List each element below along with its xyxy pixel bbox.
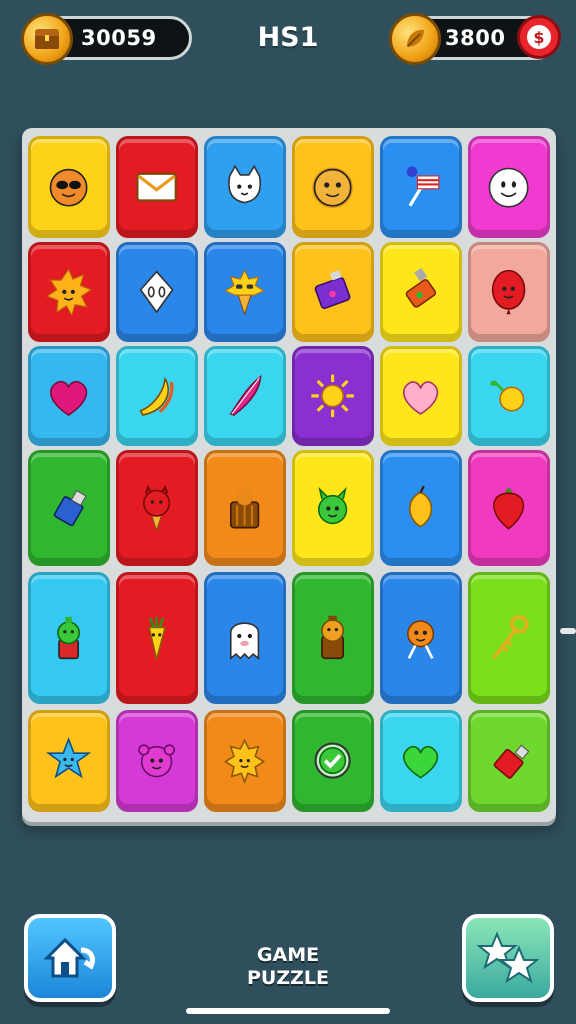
tile-red-balloon-face[interactable] bbox=[468, 242, 550, 342]
tile-orange-creature[interactable] bbox=[380, 572, 462, 704]
green-bottle-icon bbox=[57, 616, 81, 660]
green-creature-icon bbox=[318, 486, 348, 524]
tile-cat-face[interactable] bbox=[204, 136, 286, 238]
leaf-coin-icon bbox=[389, 13, 441, 65]
tile-banana[interactable] bbox=[116, 346, 198, 446]
banana-icon bbox=[139, 376, 174, 417]
tile-ghost[interactable] bbox=[204, 572, 286, 704]
devil-ice-cream-icon bbox=[143, 484, 171, 533]
carrot-icon bbox=[148, 616, 167, 660]
tile-purple-monster[interactable] bbox=[116, 710, 198, 812]
ghost-icon bbox=[230, 622, 260, 660]
caption-line-1: GAME bbox=[256, 944, 320, 966]
tile-envelope[interactable] bbox=[116, 136, 198, 238]
tile-pink-feather[interactable] bbox=[204, 346, 286, 446]
tile-tube[interactable] bbox=[28, 450, 110, 566]
heart-icon bbox=[50, 381, 88, 417]
tile-mask-face[interactable] bbox=[116, 242, 198, 342]
stars-button[interactable] bbox=[462, 914, 554, 1002]
tile-sun-face[interactable] bbox=[28, 242, 110, 342]
game-caption: GAME PUZZLE bbox=[238, 944, 338, 990]
stars-icon bbox=[477, 931, 539, 984]
home-icon bbox=[43, 937, 96, 978]
orange-sun-face-icon bbox=[224, 739, 266, 785]
lollipop-flag-icon bbox=[407, 166, 440, 207]
basket-icon bbox=[230, 487, 260, 528]
tile-smiley-face[interactable] bbox=[468, 136, 550, 238]
coin-counter-left[interactable]: 30059 bbox=[21, 13, 192, 65]
tile-carrot[interactable] bbox=[116, 572, 198, 704]
purple-monster-icon bbox=[138, 744, 176, 778]
lemon-icon bbox=[490, 380, 525, 412]
top-bar: 30059 HS1 3800 $ bbox=[0, 0, 576, 80]
chest-coin-icon bbox=[21, 13, 73, 65]
mask-face-icon bbox=[140, 270, 174, 314]
mango-icon bbox=[409, 485, 433, 528]
sunglasses-face-icon bbox=[50, 169, 88, 207]
ice-cream-sun-icon bbox=[224, 269, 266, 317]
smiley-face-icon bbox=[489, 168, 529, 209]
cat-face-icon bbox=[228, 165, 262, 204]
tile-paint-tube[interactable] bbox=[380, 242, 462, 342]
tube-icon bbox=[54, 489, 88, 526]
strawberry-icon bbox=[493, 486, 525, 530]
tile-heart[interactable] bbox=[28, 346, 110, 446]
tile-key[interactable] bbox=[468, 572, 550, 704]
key-icon bbox=[492, 614, 529, 660]
red-tube-icon bbox=[494, 744, 530, 780]
page-title: HS1 bbox=[257, 22, 319, 53]
coin-count-left: 30059 bbox=[81, 26, 157, 50]
tile-sunglasses-face[interactable] bbox=[28, 136, 110, 238]
tile-sun[interactable] bbox=[292, 346, 374, 446]
sun-face-icon bbox=[46, 268, 93, 317]
tile-ice-cream-sun[interactable] bbox=[204, 242, 286, 342]
tile-red-tube[interactable] bbox=[468, 710, 550, 812]
tile-lion-face[interactable] bbox=[292, 136, 374, 238]
tile-green-creature[interactable] bbox=[292, 450, 374, 566]
blue-star-face-icon bbox=[46, 737, 92, 779]
tile-orange-sun-face[interactable] bbox=[204, 710, 286, 812]
pink-heart-icon bbox=[403, 381, 439, 416]
scroll-indicator bbox=[560, 628, 576, 634]
caption-line-2: PUZZLE bbox=[247, 967, 329, 989]
home-indicator[interactable] bbox=[186, 1008, 390, 1014]
tile-candy-bar[interactable] bbox=[292, 242, 374, 342]
orange-creature-icon bbox=[407, 620, 435, 659]
coin-count-right: 3800 bbox=[445, 26, 506, 50]
dollar-icon: $ bbox=[527, 25, 551, 49]
tile-lemon[interactable] bbox=[468, 346, 550, 446]
lion-face-icon bbox=[312, 167, 354, 209]
pink-feather-icon bbox=[229, 375, 262, 417]
envelope-icon bbox=[136, 173, 178, 202]
tile-jar-face[interactable] bbox=[292, 572, 374, 704]
home-button[interactable] bbox=[24, 914, 116, 1002]
sun-icon bbox=[311, 374, 355, 418]
tile-strawberry[interactable] bbox=[468, 450, 550, 566]
green-heart-icon bbox=[403, 746, 439, 779]
tile-devil-ice-cream[interactable] bbox=[116, 450, 198, 566]
puzzle-board bbox=[22, 128, 556, 822]
candy-bar-icon bbox=[315, 270, 351, 310]
paint-tube-icon bbox=[406, 267, 437, 308]
coin-counter-right[interactable]: 3800 $ bbox=[389, 13, 561, 65]
tile-blue-star-face[interactable] bbox=[28, 710, 110, 812]
jar-face-icon bbox=[321, 615, 345, 660]
tile-check-badge[interactable] bbox=[292, 710, 374, 812]
tile-green-heart[interactable] bbox=[380, 710, 462, 812]
check-badge-icon bbox=[314, 742, 352, 780]
red-balloon-face-icon bbox=[492, 269, 526, 315]
tile-lollipop-flag[interactable] bbox=[380, 136, 462, 238]
shop-badge[interactable]: $ bbox=[517, 15, 561, 59]
tile-pink-heart[interactable] bbox=[380, 346, 462, 446]
tile-mango[interactable] bbox=[380, 450, 462, 566]
tile-green-bottle[interactable] bbox=[28, 572, 110, 704]
tile-basket[interactable] bbox=[204, 450, 286, 566]
